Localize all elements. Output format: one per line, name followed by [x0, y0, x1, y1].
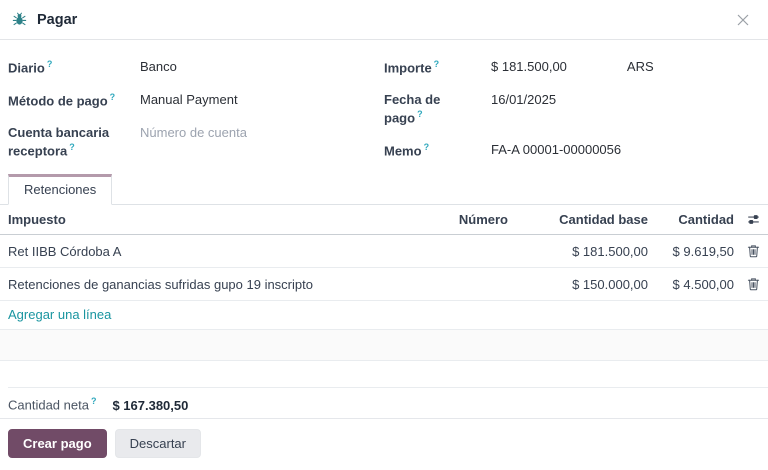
numero-cell[interactable]	[388, 249, 508, 253]
impuesto-cell[interactable]: Retenciones de ganancias sufridas gupo 1…	[0, 275, 388, 294]
impuesto-cell[interactable]: Ret IIBB Córdoba A	[0, 242, 388, 261]
dialog-header: Pagar	[0, 0, 768, 40]
fecha-label: Fecha de pago?	[384, 91, 491, 127]
retenciones-table: Impuesto Número Cantidad base Cantidad R…	[0, 205, 768, 361]
cantidad-base-cell[interactable]: $ 181.500,00	[508, 242, 648, 261]
help-icon: ?	[69, 142, 75, 152]
metodo-value[interactable]: Manual Payment	[140, 91, 384, 109]
cantidad-neta-value: $ 167.380,50	[112, 398, 188, 413]
cantidad-base-cell[interactable]: $ 150.000,00	[508, 275, 648, 294]
metodo-label: Método de pago?	[8, 91, 140, 110]
memo-value[interactable]: FA-A 00001-00000056	[491, 141, 760, 159]
column-header-impuesto[interactable]: Impuesto	[0, 210, 388, 229]
notebook-tabbar: Retenciones	[0, 174, 768, 205]
empty-list-row	[0, 330, 768, 361]
importe-value-wrap: $ 181.500,00 ARS	[491, 58, 760, 76]
field-importe: Importe? $ 181.500,00 ARS	[384, 58, 760, 77]
column-header-cantidad[interactable]: Cantidad	[648, 210, 734, 229]
net-amount-row: Cantidad neta? $ 167.380,50	[0, 388, 768, 420]
help-icon: ?	[110, 92, 116, 102]
help-icon: ?	[47, 59, 53, 69]
create-payment-button[interactable]: Crear pago	[8, 429, 107, 458]
cantidad-neta-label: Cantidad neta?	[8, 396, 96, 412]
delete-row-icon[interactable]	[747, 244, 760, 258]
table-header-row: Impuesto Número Cantidad base Cantidad	[0, 205, 768, 235]
cantidad-cell[interactable]: $ 4.500,00	[648, 275, 734, 294]
add-line-row: Agregar una línea	[0, 301, 768, 330]
table-row: Ret IIBB Córdoba A $ 181.500,00 $ 9.619,…	[0, 235, 768, 268]
cantidad-cell[interactable]: $ 9.619,50	[648, 242, 734, 261]
help-icon: ?	[417, 109, 423, 119]
table-row: Retenciones de ganancias sufridas gupo 1…	[0, 268, 768, 301]
memo-label: Memo?	[384, 141, 491, 160]
help-icon: ?	[91, 396, 97, 406]
close-icon[interactable]	[732, 9, 754, 31]
cuenta-input[interactable]: Número de cuenta	[140, 124, 384, 142]
field-memo: Memo? FA-A 00001-00000056	[384, 141, 760, 160]
help-icon: ?	[434, 59, 440, 69]
payment-form: Diario? Banco Método de pago? Manual Pay…	[0, 40, 768, 166]
add-line-link[interactable]: Agregar una línea	[0, 301, 119, 329]
optional-columns-icon[interactable]	[747, 213, 760, 226]
column-header-numero[interactable]: Número	[388, 210, 508, 229]
field-metodo-de-pago: Método de pago? Manual Payment	[8, 91, 384, 110]
currency-select[interactable]: ARS	[627, 59, 654, 74]
diario-value[interactable]: Banco	[140, 58, 384, 76]
bug-icon	[12, 12, 27, 27]
field-cuenta-bancaria: Cuenta bancaria receptora? Número de cue…	[8, 124, 384, 160]
importe-amount[interactable]: $ 181.500,00	[491, 58, 624, 76]
help-icon: ?	[424, 142, 430, 152]
dialog-title: Pagar	[37, 12, 77, 28]
column-header-cantidad-base[interactable]: Cantidad base	[508, 210, 648, 229]
fecha-value[interactable]: 16/01/2025	[491, 91, 760, 109]
importe-label: Importe?	[384, 58, 491, 77]
field-fecha-de-pago: Fecha de pago? 16/01/2025	[384, 91, 760, 127]
diario-label: Diario?	[8, 58, 140, 77]
tab-retenciones[interactable]: Retenciones	[8, 174, 112, 205]
discard-button[interactable]: Descartar	[115, 429, 201, 458]
field-diario: Diario? Banco	[8, 58, 384, 77]
dialog-footer: Crear pago Descartar	[0, 418, 768, 470]
cuenta-label: Cuenta bancaria receptora?	[8, 124, 140, 160]
delete-row-icon[interactable]	[747, 277, 760, 291]
numero-cell[interactable]	[388, 282, 508, 286]
